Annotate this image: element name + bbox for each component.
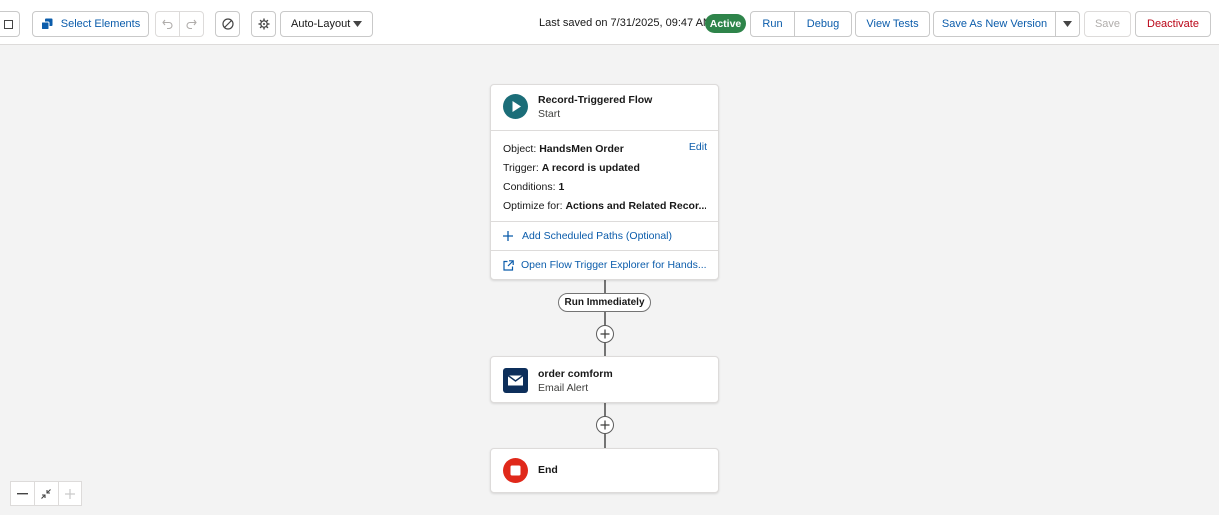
add-scheduled-paths-link[interactable]: Add Scheduled Paths (Optional) [491,221,718,250]
play-icon [503,94,528,119]
start-node-title: Record-Triggered Flow [538,94,653,106]
start-node-subtitle: Start [538,108,561,120]
minus-icon [17,492,29,494]
run-button[interactable]: Run [750,11,795,37]
end-node-title: End [538,464,558,476]
debug-button[interactable]: Debug [794,11,852,37]
end-node[interactable]: End [490,448,719,493]
add-element-button[interactable] [596,325,614,343]
prohibited-icon [221,18,234,30]
optimize-value: Actions and Related Recor... [565,200,706,212]
deactivate-button[interactable]: Deactivate [1135,11,1211,37]
email-alert-node-title: order comform [538,368,613,380]
start-node-details: Edit Object: HandsMen Order Trigger: A r… [491,130,718,221]
fit-to-view-button[interactable] [34,482,57,505]
external-link-icon [503,259,514,271]
email-alert-node-subtitle: Email Alert [538,382,589,394]
start-node[interactable]: Record-Triggered Flow Start Edit Object:… [490,84,719,280]
panel-icon [4,19,13,29]
settings-button[interactable] [251,11,276,37]
save-options-menu-button[interactable] [1055,11,1080,37]
view-tests-label: View Tests [866,18,919,30]
run-label: Run [762,18,783,30]
deactivate-label: Deactivate [1147,18,1199,30]
stop-icon [503,458,528,483]
redo-button[interactable] [179,11,204,37]
conditions-value: 1 [558,181,565,193]
optimize-row: Optimize for: Actions and Related Recor.… [503,197,706,216]
path-label-run-immediately[interactable]: Run Immediately [558,293,651,312]
save-as-new-version-label: Save As New Version [941,18,1048,30]
debug-label: Debug [806,18,840,30]
email-alert-node[interactable]: order comform Email Alert [490,356,719,403]
conditions-row: Conditions: 1 [503,178,706,197]
cancel-run-button[interactable] [215,11,240,37]
undo-button[interactable] [155,11,180,37]
select-elements-button[interactable]: Select Elements [32,11,149,37]
email-alert-node-header: order comform Email Alert [491,357,718,404]
chevron-down-icon [353,21,362,27]
trigger-row: Trigger: A record is updated [503,159,706,178]
select-elements-icon [40,18,53,30]
start-node-header: Record-Triggered Flow Start [491,85,718,130]
connector-line [604,280,606,294]
add-element-button[interactable] [596,416,614,434]
last-saved-text: Last saved on 7/31/2025, 09:47 AM [539,17,713,29]
trigger-value: A record is updated [541,162,640,174]
object-value: HandsMen Order [539,143,624,155]
status-badge: Active [705,14,746,33]
layout-select-value: Auto-Layout [291,18,351,30]
gear-icon [258,18,269,30]
zoom-in-button[interactable] [57,482,81,505]
undo-icon [162,19,173,29]
chevron-down-icon [1063,21,1072,27]
add-scheduled-paths-label: Add Scheduled Paths (Optional) [522,230,673,242]
open-trigger-explorer-label: Open Flow Trigger Explorer for Hands... [521,259,707,271]
redo-icon [186,19,197,29]
open-trigger-explorer-link[interactable]: Open Flow Trigger Explorer for Hands... [491,250,718,279]
optimize-label: Optimize for: [503,200,563,212]
select-elements-label: Select Elements [60,18,141,30]
collapse-icon [41,488,52,499]
conditions-label: Conditions: [503,181,556,193]
trigger-label: Trigger: [503,162,539,174]
flow-builder-toolbar: Select Elements Auto-Layout Last saved o… [0,0,1219,45]
save-as-new-version-button[interactable]: Save As New Version [933,11,1056,37]
end-node-header: End [491,449,718,492]
save-button[interactable]: Save [1084,11,1131,37]
view-tests-button[interactable]: View Tests [855,11,930,37]
object-row: Object: HandsMen Order [503,140,706,159]
envelope-icon [503,368,528,393]
zoom-controls [10,481,82,506]
plus-icon [600,420,610,430]
object-label: Object: [503,143,537,155]
toggle-panel-button[interactable] [0,11,20,37]
plus-icon [600,329,610,339]
plus-icon [503,231,515,241]
plus-icon [64,488,75,499]
layout-select[interactable]: Auto-Layout [280,11,373,37]
edit-trigger-link[interactable]: Edit [689,141,707,153]
save-label: Save [1094,18,1121,30]
zoom-out-button[interactable] [11,482,34,505]
